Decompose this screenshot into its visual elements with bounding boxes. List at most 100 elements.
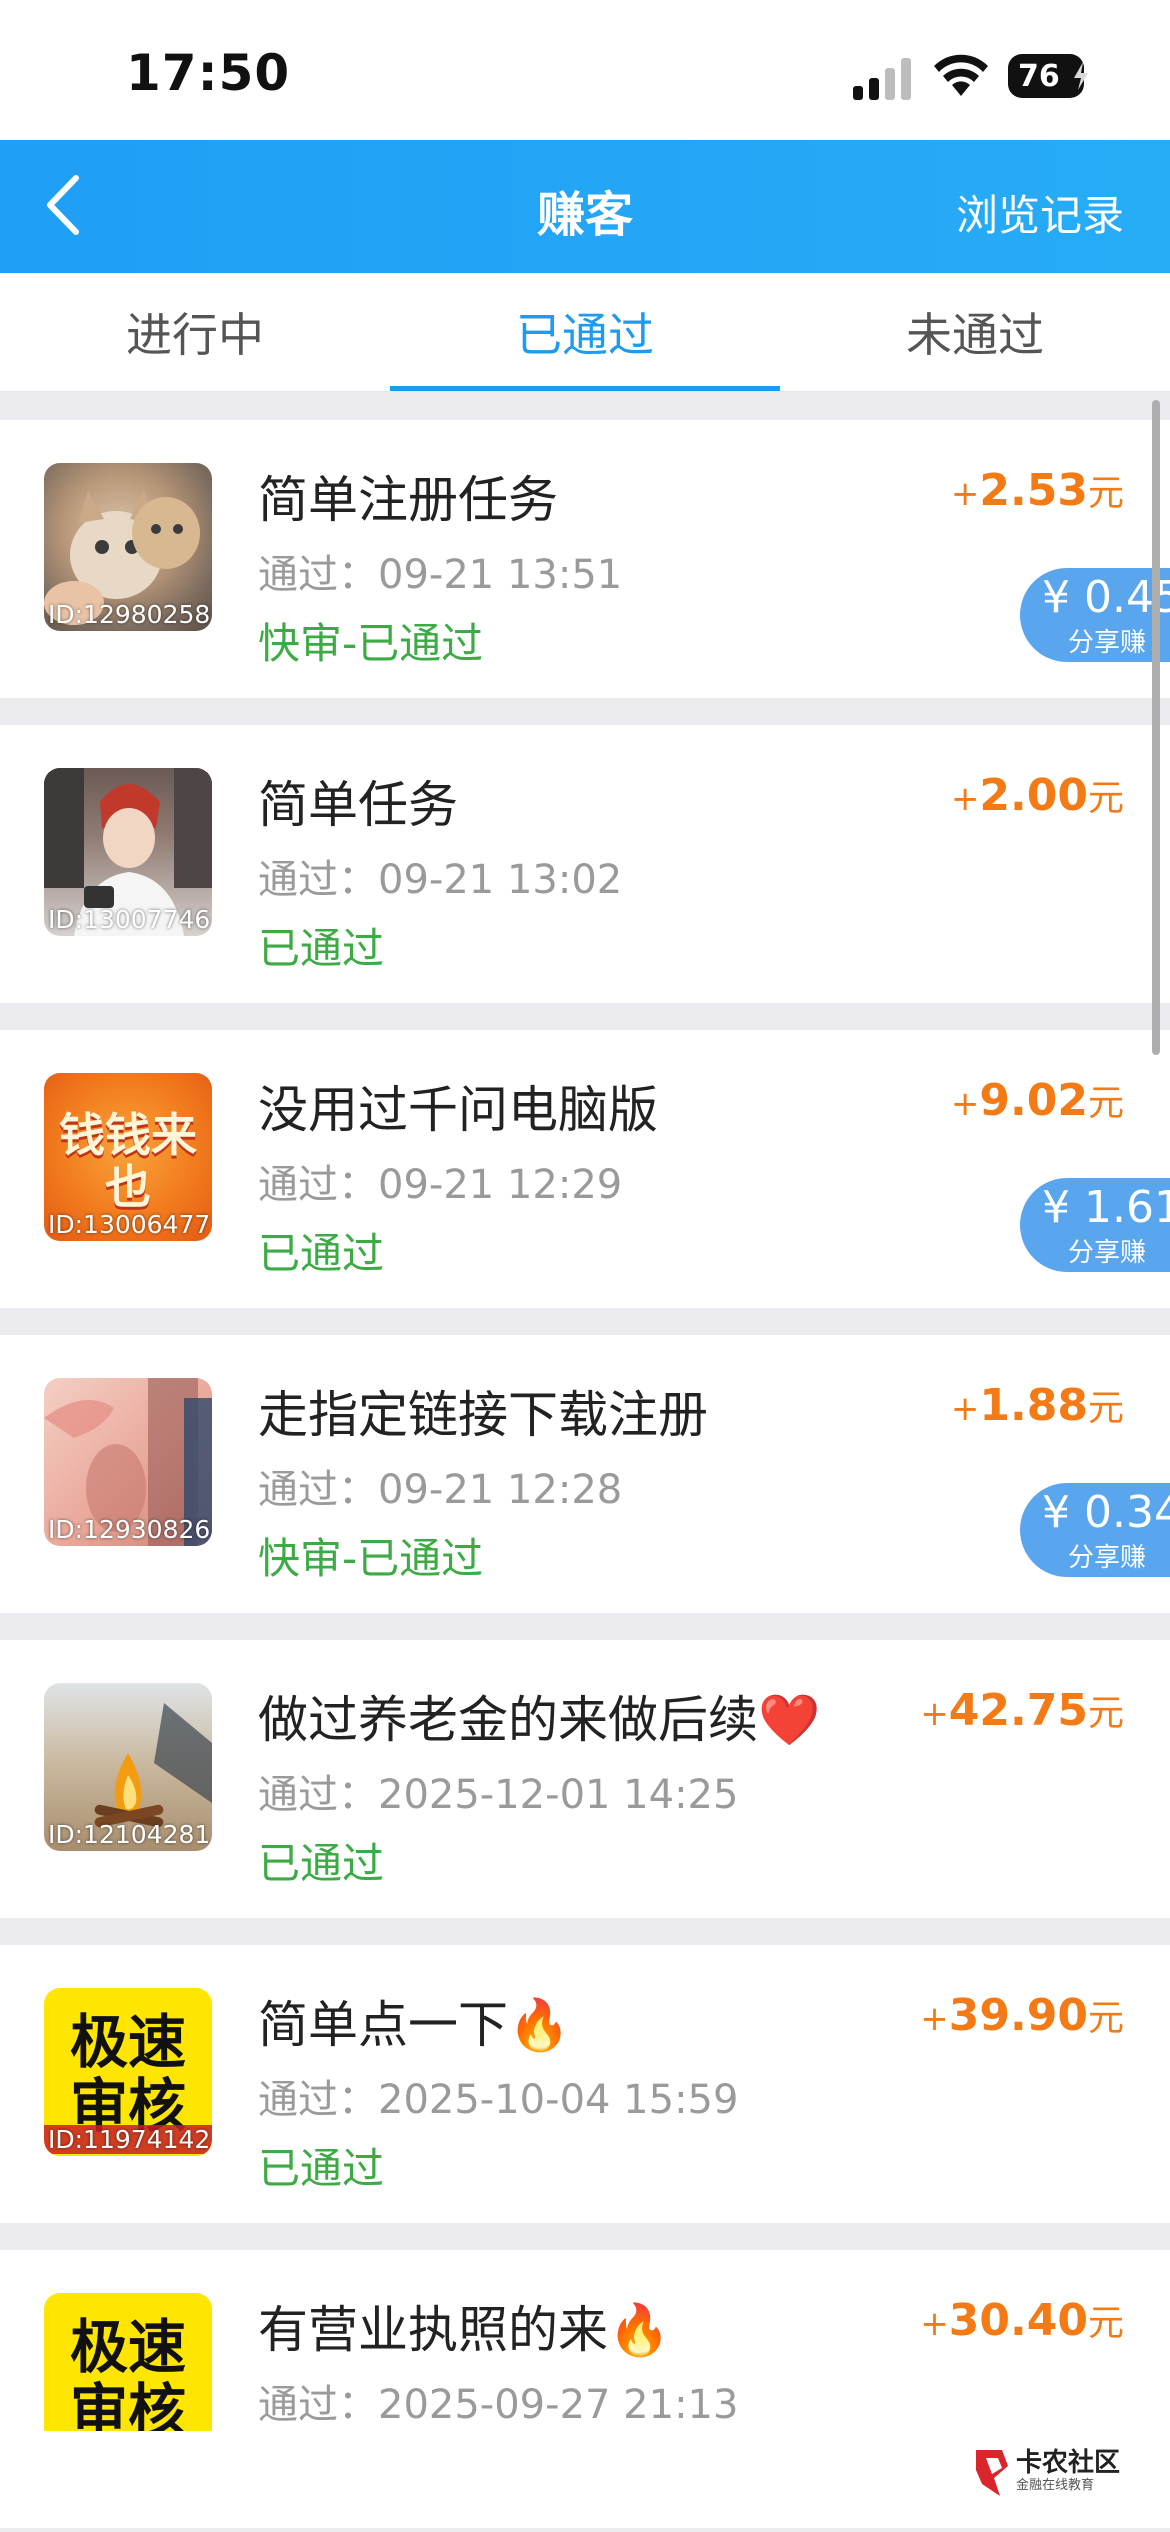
share-earn-badge[interactable]: ¥ 0.34 分享赚 (1020, 1483, 1170, 1577)
tab-rejected[interactable]: 未通过 (780, 273, 1170, 391)
time-value: 2025-09-27 21:13 (378, 2382, 739, 2428)
task-thumbnail: ID:12930826 (44, 1378, 212, 1546)
cellular-signal-icon (853, 54, 915, 100)
task-id: ID:13007746 (48, 905, 211, 934)
task-id: ID:11974142 (44, 2125, 212, 2154)
time-value: 2025-10-04 15:59 (378, 2077, 739, 2123)
task-id: ID:12104281 (48, 1820, 211, 1849)
task-title: 没用过千问电脑版 (258, 1081, 658, 1139)
time-prefix: 通过： (258, 1162, 378, 1208)
status-text: 已通过 (258, 1229, 385, 1278)
task-thumbnail: 钱钱来也 ID:13006477 (44, 1073, 212, 1241)
browse-history-button[interactable]: 浏览记录 (956, 182, 1124, 243)
share-value: ¥ 1.61 (1042, 1182, 1170, 1233)
status-text: 快审-已通过 (258, 619, 484, 668)
task-title: 走指定链接下载注册 (258, 1386, 708, 1444)
task-id: ID:13006477 (48, 1210, 211, 1239)
time-prefix: 通过： (258, 1467, 378, 1513)
task-id: ID:12930826 (48, 1515, 211, 1544)
task-title: 简单点一下🔥 (258, 1996, 571, 2054)
reward-amount: 2.53 (979, 465, 1088, 516)
reward-amount: 2.00 (979, 770, 1088, 821)
reward-amount: 42.75 (948, 1685, 1088, 1736)
time-value: 09-21 12:28 (378, 1467, 623, 1513)
status-bar: 17:50 76 (0, 0, 1170, 140)
time-value: 09-21 13:51 (378, 552, 623, 598)
time-prefix: 通过： (258, 2077, 378, 2123)
reward-amount: 30.40 (948, 2295, 1088, 2346)
tab-approved[interactable]: 已通过 (390, 273, 780, 391)
share-earn-badge[interactable]: ¥ 0.45 分享赚 (1020, 568, 1170, 662)
reward-unit: 元 (1087, 473, 1124, 514)
reward-plus: + (950, 474, 980, 514)
reward-amount: 9.02 (979, 1075, 1088, 1126)
task-title: 简单注册任务 (258, 471, 558, 529)
reward-unit: 元 (1087, 1693, 1124, 1734)
list-item[interactable]: ID:12930826 走指定链接下载注册 通过：09-21 12:28 快审-… (0, 1335, 1170, 1613)
task-title: 简单任务 (258, 776, 458, 834)
approved-time: 通过：09-21 12:29 (258, 1152, 622, 1210)
task-title: 有营业执照的来🔥 (258, 2301, 671, 2359)
reward-plus: + (950, 779, 980, 819)
reward: +9.02元 (951, 1074, 1124, 1126)
reward-plus: + (920, 2304, 949, 2344)
task-title: 做过养老金的来做后续❤️ (258, 1691, 821, 1749)
list-item[interactable]: 极速审核 ID:11974142 简单点一下🔥 通过：2025-10-04 15… (0, 1945, 1170, 2223)
task-thumbnail: ID:12980258 (44, 463, 212, 631)
status-text: 已通过 (258, 2144, 385, 2193)
approved-time: 通过：09-21 12:28 (258, 1457, 622, 1515)
reward-unit: 元 (1087, 1998, 1124, 2039)
clock: 17:50 (126, 44, 291, 102)
time-prefix: 通过： (258, 552, 378, 598)
reward: +2.00元 (951, 769, 1124, 821)
reward-plus: + (920, 1694, 949, 1734)
charging-bolt-icon (1074, 62, 1088, 90)
task-thumbnail: 极速审核 (44, 2293, 212, 2431)
list-item[interactable]: ID:13007746 简单任务 通过：09-21 13:02 已通过 +2.0… (0, 725, 1170, 1003)
time-value: 09-21 13:02 (378, 857, 623, 903)
task-id: ID:12980258 (48, 600, 211, 629)
status-text: 已通过 (258, 1839, 385, 1888)
reward-amount: 1.88 (979, 1380, 1088, 1431)
approved-time: 通过：2025-09-27 21:13 (258, 2372, 738, 2430)
share-earn-badge[interactable]: ¥ 1.61 分享赚 (1020, 1178, 1170, 1272)
active-tab-indicator (390, 386, 780, 391)
reward: +30.40元 (920, 2294, 1124, 2346)
reward: +2.53元 (951, 464, 1124, 516)
share-value: ¥ 0.45 (1042, 572, 1170, 623)
thumbnail-caption: 钱钱来也 (59, 1108, 197, 1214)
reward: +42.75元 (920, 1684, 1124, 1736)
reward-unit: 元 (1087, 778, 1124, 819)
task-thumbnail: 极速审核 ID:11974142 (44, 1988, 212, 2156)
tab-bar: 进行中 已通过 未通过 (0, 273, 1170, 392)
time-value: 2025-12-01 14:25 (378, 1772, 739, 1818)
reward-plus: + (920, 1999, 949, 2039)
reward-unit: 元 (1087, 2303, 1124, 2344)
time-prefix: 通过： (258, 857, 378, 903)
approved-time: 通过：2025-12-01 14:25 (258, 1762, 738, 1820)
share-label: 分享赚 (1068, 1543, 1147, 1573)
time-value: 09-21 12:29 (378, 1162, 623, 1208)
watermark-subtitle: 金融在线教育 (1016, 2478, 1095, 2493)
tab-in-progress[interactable]: 进行中 (0, 273, 390, 391)
share-label: 分享赚 (1068, 628, 1147, 658)
reward-amount: 39.90 (948, 1990, 1088, 2041)
reward: +39.90元 (920, 1989, 1124, 2041)
reward: +1.88元 (951, 1379, 1124, 1431)
list-item[interactable]: ID:12980258 简单注册任务 通过：09-21 13:51 快审-已通过… (0, 420, 1170, 698)
status-text: 快审-已通过 (258, 1534, 484, 1583)
reward-plus: + (950, 1389, 980, 1429)
time-prefix: 通过： (258, 1772, 378, 1818)
approved-time: 通过：09-21 13:51 (258, 542, 622, 600)
thumbnail-caption: 极速审核 (69, 2008, 186, 2140)
list-item[interactable]: ID:12104281 做过养老金的来做后续❤️ 通过：2025-12-01 1… (0, 1640, 1170, 1918)
reward-plus: + (950, 1084, 980, 1124)
list-item[interactable]: 钱钱来也 ID:13006477 没用过千问电脑版 通过：09-21 12:29… (0, 1030, 1170, 1308)
approved-time: 通过：2025-10-04 15:59 (258, 2067, 738, 2125)
status-text: 已通过 (258, 924, 385, 973)
share-label: 分享赚 (1068, 1238, 1147, 1268)
share-value: ¥ 0.34 (1042, 1487, 1170, 1538)
wifi-icon (934, 54, 988, 96)
time-prefix: 通过： (258, 2382, 378, 2428)
scrollbar[interactable] (1152, 400, 1160, 1055)
